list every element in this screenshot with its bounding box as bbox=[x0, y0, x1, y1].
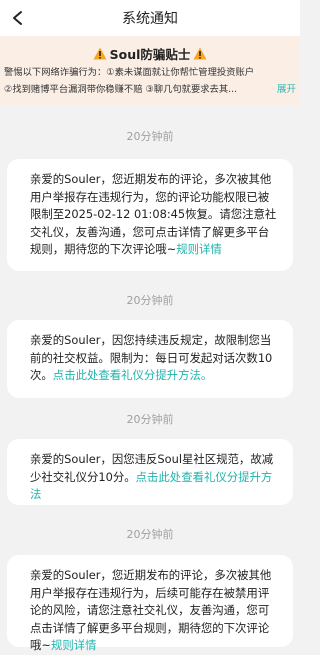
timestamp: 20分钟前 bbox=[126, 130, 174, 143]
timestamp: 20分钟前 bbox=[126, 413, 174, 426]
notice-line-1: 警惕以下网络诈骗行为：①素未谋面就让你帮忙管理投资账户 bbox=[4, 67, 255, 78]
timestamp: 20分钟前 bbox=[126, 294, 174, 307]
page-title: 系统通知 bbox=[122, 11, 178, 27]
notice-line-2: ②找到赌博平台漏洞带你稳赚不赔 ③聊几句就要求去其... bbox=[4, 84, 238, 95]
rules-detail-link[interactable]: 规则详情 bbox=[176, 242, 222, 256]
warning-icon bbox=[193, 47, 207, 59]
back-button[interactable] bbox=[6, 6, 30, 30]
expand-link[interactable]: 展开 bbox=[277, 81, 296, 98]
notification-card: 亲爱的Souler，因您持续违反规定，故限制您当前的社交权益。限制为：每日可发起… bbox=[7, 320, 293, 398]
warning-icon bbox=[93, 47, 107, 59]
notification-feed: 20分钟前 亲爱的Souler，您近期发布的评论，多次被其他用户举报存在违规行为… bbox=[0, 106, 300, 652]
top-bar: 系统通知 bbox=[0, 0, 300, 36]
rules-detail-link[interactable]: 规则详情 bbox=[51, 638, 97, 652]
notice-title: Soul防骗贴士 bbox=[109, 46, 191, 62]
notice-title-row: Soul防骗贴士 bbox=[4, 42, 296, 64]
notification-text: 亲爱的Souler，您近期发布的评论，多次被其他用户举报存在违规行为，您的评论功… bbox=[30, 172, 277, 257]
notification-card: 亲爱的Souler，因您违反Soul星社区规范，故减少社交礼仪分10分。点击此处… bbox=[7, 439, 293, 505]
etiquette-improve-link[interactable]: 点击此处查看礼仪分提升方法。 bbox=[53, 368, 212, 382]
anti-fraud-notice: Soul防骗贴士 警惕以下网络诈骗行为：①素未谋面就让你帮忙管理投资账户 ②找到… bbox=[0, 36, 300, 106]
notification-card: 亲爱的Souler，您近期发布的评论，多次被其他用户举报存在违规行为，您的评论功… bbox=[7, 159, 293, 271]
notice-line-2-row: ②找到赌博平台漏洞带你稳赚不赔 ③聊几句就要求去其... 展开 bbox=[4, 81, 296, 98]
notification-card: 亲爱的Souler，您近期发布的评论，多次被其他用户举报存在违规行为，后续可能存… bbox=[7, 555, 293, 652]
back-arrow-icon bbox=[13, 11, 22, 25]
timestamp: 20分钟前 bbox=[126, 528, 174, 541]
